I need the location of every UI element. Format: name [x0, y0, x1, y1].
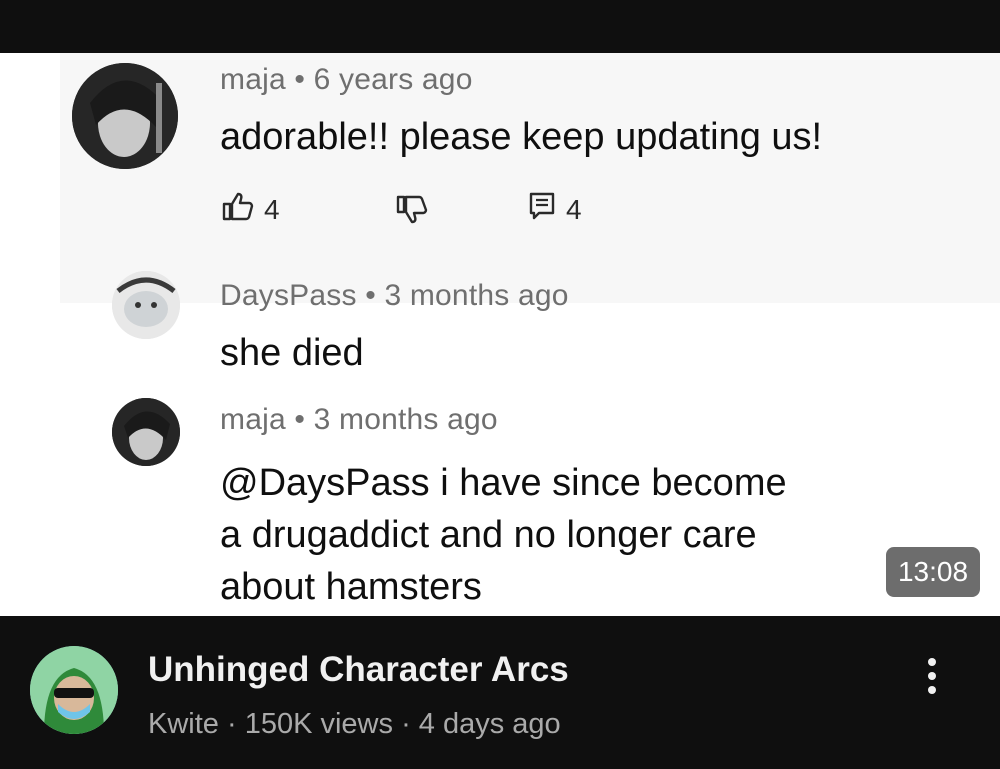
duration-badge: 13:08: [886, 547, 980, 597]
reply-text-line: a drugaddict and no longer care: [220, 514, 757, 556]
meta-separator: ·: [393, 708, 419, 740]
channel-avatar[interactable]: [30, 646, 118, 734]
comment-time: 3 months ago: [313, 403, 498, 436]
reply-count: 4: [566, 193, 582, 225]
meta-separator: •: [285, 403, 314, 436]
commenter-avatar: [112, 271, 180, 339]
reply-text-line: @DaysPass i have since become: [220, 462, 787, 504]
more-vert-icon: [928, 658, 936, 666]
like-count: 4: [264, 193, 280, 225]
comment-author: maja: [220, 63, 286, 96]
meta-separator: •: [285, 63, 314, 96]
reply-meta: maja • 3 months ago: [220, 403, 498, 437]
top-bar: [0, 0, 1000, 53]
reply-text: she died: [220, 332, 364, 374]
video-info-bar: Unhinged Character Arcs Kwite · 150K vie…: [0, 616, 1000, 769]
video-thumbnail[interactable]: maja • 6 years ago adorable!! please kee…: [0, 53, 1000, 616]
meta-separator: ·: [218, 708, 245, 740]
comment-time: 6 years ago: [313, 63, 473, 96]
video-meta: Kwite · 150K views · 4 days ago: [148, 708, 561, 741]
commenter-avatar: [112, 398, 180, 466]
comment-icon: [528, 191, 556, 228]
reply-meta: DaysPass • 3 months ago: [220, 279, 569, 313]
view-count: 150K views: [244, 708, 394, 740]
comment-meta: maja • 6 years ago: [220, 63, 473, 97]
like-button[interactable]: 4: [222, 191, 280, 228]
reply-button[interactable]: 4: [528, 191, 582, 228]
commenter-avatar: [72, 63, 178, 169]
comment-author: DaysPass: [220, 279, 357, 312]
reply-text-line: about hamsters: [220, 566, 482, 608]
comment-text: adorable!! please keep updating us!: [220, 116, 823, 158]
more-options-button[interactable]: [910, 654, 954, 698]
parent-comment: maja • 6 years ago adorable!! please kee…: [60, 53, 1000, 303]
channel-name[interactable]: Kwite: [148, 708, 219, 740]
upload-age: 4 days ago: [418, 708, 561, 740]
more-vert-icon: [928, 686, 936, 694]
comment-author: maja: [220, 403, 286, 436]
dislike-button[interactable]: [396, 195, 428, 232]
comment-time: 3 months ago: [384, 279, 569, 312]
video-title[interactable]: Unhinged Character Arcs: [148, 650, 569, 690]
meta-separator: •: [356, 279, 385, 312]
more-vert-icon: [928, 672, 936, 680]
thumb-up-icon: [222, 191, 254, 228]
thumb-down-icon: [396, 195, 428, 232]
